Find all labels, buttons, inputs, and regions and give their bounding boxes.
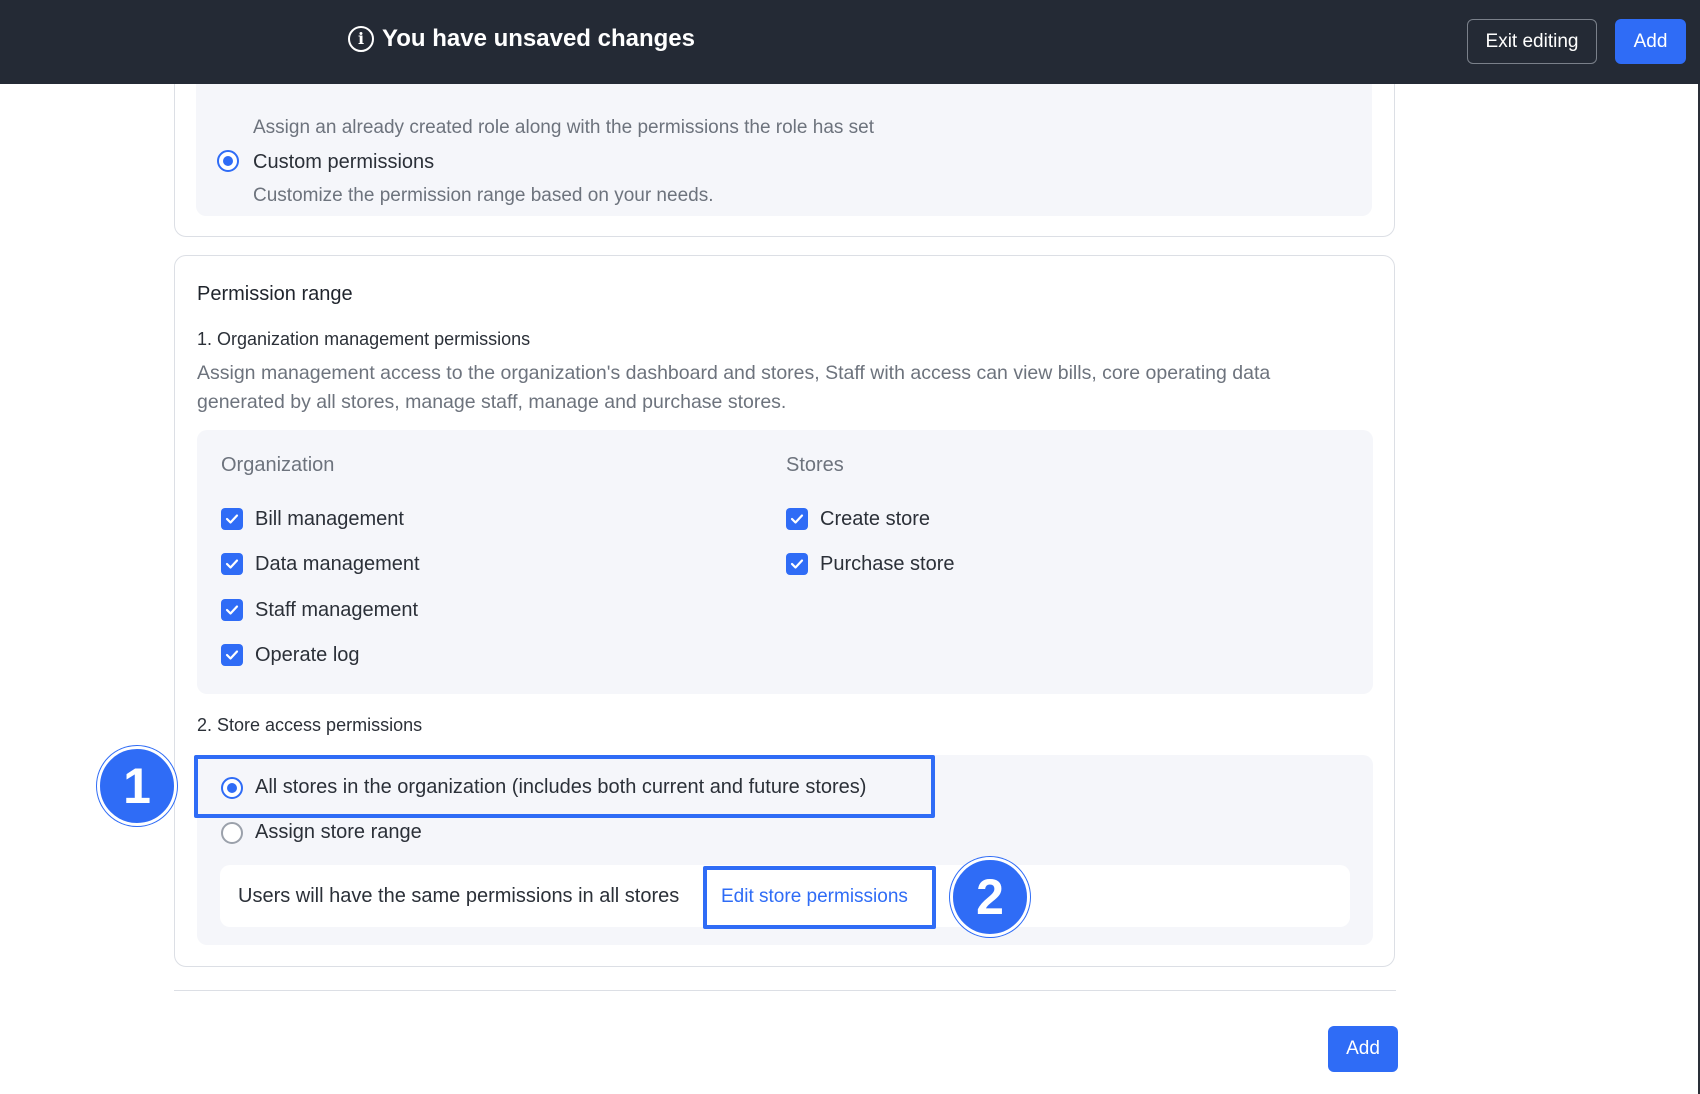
footer-divider bbox=[174, 990, 1396, 991]
org-permissions-description-line1: Assign management access to the organiza… bbox=[197, 362, 1271, 384]
data-management-label[interactable]: Data management bbox=[255, 553, 420, 576]
operate-log-label[interactable]: Operate log bbox=[255, 644, 360, 667]
permission-range-title: Permission range bbox=[197, 283, 353, 305]
stores-column-header: Stores bbox=[786, 454, 844, 476]
annotation-badge-1: 1 bbox=[97, 746, 177, 826]
check-icon bbox=[790, 559, 804, 569]
organization-column-header: Organization bbox=[221, 454, 335, 476]
data-management-checkbox[interactable] bbox=[221, 553, 243, 575]
check-icon bbox=[225, 650, 239, 660]
store-access-heading: 2. Store access permissions bbox=[197, 715, 423, 735]
custom-permissions-description: Customize the permission range based on … bbox=[253, 185, 714, 206]
staff-management-checkbox[interactable] bbox=[221, 599, 243, 621]
operate-log-checkbox[interactable] bbox=[221, 644, 243, 666]
check-icon bbox=[225, 559, 239, 569]
check-icon bbox=[790, 514, 804, 524]
existing-role-description: Assign an already created role along wit… bbox=[253, 117, 875, 138]
staff-management-label[interactable]: Staff management bbox=[255, 599, 418, 622]
purchase-store-label[interactable]: Purchase store bbox=[820, 553, 955, 576]
add-button-top[interactable]: Add bbox=[1615, 19, 1686, 64]
unsaved-changes-bar: i You have unsaved changes Exit editing … bbox=[0, 0, 1700, 84]
add-button-bottom[interactable]: Add bbox=[1328, 1026, 1398, 1072]
check-icon bbox=[225, 605, 239, 615]
assign-store-range-radio[interactable] bbox=[221, 822, 243, 844]
bill-management-label[interactable]: Bill management bbox=[255, 508, 404, 531]
check-icon bbox=[225, 514, 239, 524]
org-permissions-heading: 1. Organization management permissions bbox=[197, 329, 531, 349]
info-icon: i bbox=[348, 26, 374, 52]
assign-store-range-label[interactable]: Assign store range bbox=[255, 821, 422, 844]
custom-permissions-radio[interactable] bbox=[217, 150, 239, 172]
bill-management-checkbox[interactable] bbox=[221, 508, 243, 530]
custom-permissions-label[interactable]: Custom permissions bbox=[253, 151, 434, 174]
annotation-highlight-edit-link bbox=[703, 866, 936, 929]
create-store-label[interactable]: Create store bbox=[820, 508, 930, 531]
org-permissions-description-line2: generated by all stores, manage staff, m… bbox=[197, 391, 787, 413]
exit-editing-button[interactable]: Exit editing bbox=[1467, 19, 1597, 64]
unsaved-notice-text: You have unsaved changes bbox=[382, 25, 695, 52]
create-store-checkbox[interactable] bbox=[786, 508, 808, 530]
annotation-badge-2: 2 bbox=[950, 857, 1030, 937]
store-permissions-note: Users will have the same permissions in … bbox=[238, 885, 680, 907]
unsaved-notice: i You have unsaved changes bbox=[348, 25, 695, 53]
annotation-highlight-all-stores bbox=[194, 755, 935, 818]
purchase-store-checkbox[interactable] bbox=[786, 553, 808, 575]
